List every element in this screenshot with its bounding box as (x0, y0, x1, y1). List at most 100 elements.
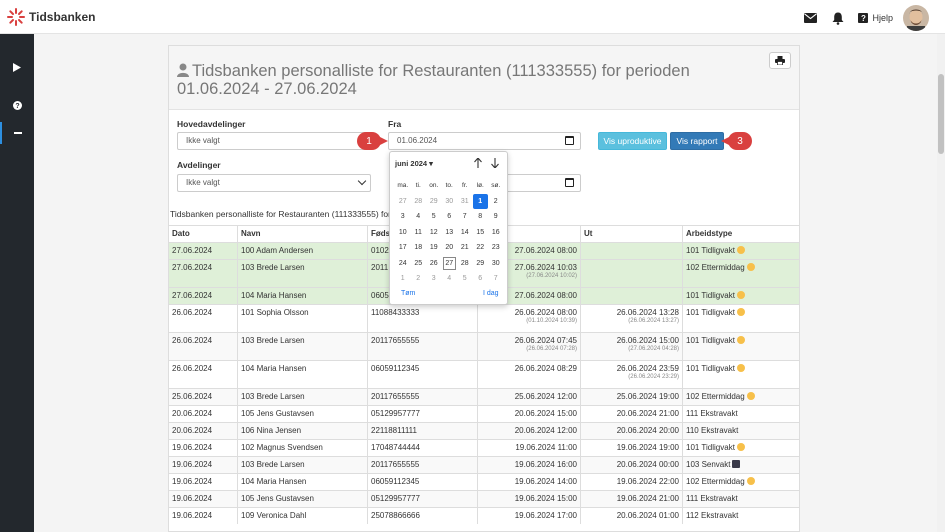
main-dept-select[interactable]: Ikke valgt (177, 132, 371, 150)
datepicker-day[interactable]: 29 (473, 256, 489, 272)
datepicker-day[interactable]: 30 (442, 194, 458, 210)
show-report-button[interactable]: Vis rapport (670, 132, 724, 150)
datepicker-day[interactable]: 17 (395, 240, 411, 256)
table-row[interactable]: 20.06.2024 106 Nina Jensen 22118811111 20.0… (169, 422, 799, 439)
datepicker-day[interactable]: 12 (426, 225, 442, 241)
cell-text: 102 Ettermiddag (686, 477, 745, 486)
datepicker-day[interactable]: 2 (488, 194, 504, 210)
datepicker-day-selected[interactable]: 1 (472, 193, 488, 209)
table-cell-navn: 105 Jens Gustavsen (238, 406, 368, 422)
help-link[interactable]: ? Hjelp (858, 13, 893, 23)
table-row[interactable]: 19.06.2024 109 Veronica Dahl 25078866666 19… (169, 507, 799, 524)
datepicker-day[interactable]: 6 (442, 209, 458, 225)
datepicker-day[interactable]: 3 (395, 209, 411, 225)
datepicker-day[interactable]: 16 (488, 225, 504, 241)
datepicker-day[interactable]: 31 (457, 194, 473, 210)
datepicker-day[interactable]: 8 (473, 209, 489, 225)
datepicker-day[interactable]: 2 (411, 271, 427, 287)
datepicker-day[interactable]: 4 (442, 271, 458, 287)
table-cell-ut (581, 243, 683, 259)
datepicker-day[interactable]: 15 (473, 225, 489, 241)
table-row[interactable]: 19.06.2024 103 Brede Larsen 20117655555 19.… (169, 456, 799, 473)
step-marker-3: 3 (721, 132, 752, 150)
datepicker-day[interactable]: 22 (473, 240, 489, 256)
datepicker-day[interactable]: 26 (426, 256, 442, 272)
calendar-icon[interactable] (565, 178, 574, 187)
datepicker-day[interactable]: 27 (395, 194, 411, 210)
datepicker-day[interactable]: 10 (395, 225, 411, 241)
cell-text: 106 Nina Jensen (241, 426, 302, 435)
weekday-label: ma. (397, 182, 409, 190)
show-unproductive-button[interactable]: Vis uproduktive (598, 132, 667, 150)
cell-text: 26.06.2024 23:59 (616, 364, 679, 373)
column-header[interactable]: Navn (238, 226, 368, 242)
table-row[interactable]: 26.06.2024 101 Sophia Olsson 11088433333 26… (169, 304, 799, 332)
table-row[interactable]: 20.06.2024 105 Jens Gustavsen 05129957777 2… (169, 405, 799, 422)
scrollbar[interactable] (937, 34, 945, 532)
datepicker-month-select[interactable]: juni 2024 ▾ (395, 159, 433, 168)
datepicker-day[interactable]: 5 (426, 209, 442, 225)
arrow-down-icon[interactable] (490, 157, 500, 169)
datepicker-day[interactable]: 19 (426, 240, 442, 256)
datepicker-day[interactable]: 4 (411, 209, 427, 225)
print-button[interactable] (769, 52, 791, 69)
cell-text: 103 Brede Larsen (241, 460, 305, 469)
datepicker-today-button[interactable]: I dag (483, 290, 499, 297)
datepicker-day[interactable]: 28 (457, 256, 473, 272)
scrollbar-thumb[interactable] (938, 74, 944, 154)
datepicker-day[interactable]: 28 (411, 194, 427, 210)
datepicker-day[interactable]: 27 (442, 256, 458, 272)
datepicker-day[interactable]: 5 (457, 271, 473, 287)
table-row[interactable]: 26.06.2024 103 Brede Larsen 20117655555 26.… (169, 332, 799, 360)
datepicker-day[interactable]: 18 (411, 240, 427, 256)
cell-text: 27.06.2024 (172, 291, 213, 300)
calendar-icon[interactable] (565, 136, 574, 145)
cell-text: 25.06.2024 12:00 (514, 392, 577, 401)
table-cell-dato: 27.06.2024 (169, 288, 238, 304)
datepicker-day[interactable]: 29 (426, 194, 442, 210)
column-header[interactable]: Dato (169, 226, 238, 242)
from-date-input[interactable]: 01.06.2024 (388, 132, 581, 150)
table-row[interactable]: 19.06.2024 105 Jens Gustavsen 05129957777 1… (169, 490, 799, 507)
arrow-up-icon[interactable] (473, 157, 483, 169)
datepicker-day[interactable]: 25 (411, 256, 427, 272)
datepicker-day[interactable]: 7 (457, 209, 473, 225)
sidebar-collapse-button[interactable] (0, 122, 34, 144)
datepicker-day[interactable]: 1 (395, 271, 411, 287)
table-row[interactable]: 25.06.2024 103 Brede Larsen 20117655555 25.… (169, 388, 799, 405)
datepicker-day[interactable]: 7 (488, 271, 504, 287)
datepicker-day[interactable]: 24 (395, 256, 411, 272)
table-cell-dato: 26.06.2024 (169, 361, 238, 388)
datepicker-day[interactable]: 13 (442, 225, 458, 241)
datepicker-day[interactable]: 3 (426, 271, 442, 287)
sun-icon (736, 443, 745, 451)
datepicker-day[interactable]: 20 (442, 240, 458, 256)
datepicker-day[interactable]: 21 (457, 240, 473, 256)
sun-icon (736, 308, 745, 316)
datepicker-clear-button[interactable]: Tøm (401, 290, 415, 297)
table-row[interactable]: 26.06.2024 104 Maria Hansen 06059112345 26.… (169, 360, 799, 388)
avatar[interactable] (903, 5, 929, 31)
column-header[interactable]: Arbeidstype (683, 226, 799, 242)
bell-icon[interactable] (830, 10, 846, 26)
sidebar-expand-button[interactable] (0, 56, 34, 78)
column-header[interactable]: Ut (581, 226, 683, 242)
table-row[interactable]: 19.06.2024 102 Magnus Svendsen 17048744444… (169, 439, 799, 456)
dept-select[interactable]: Ikke valgt (177, 174, 371, 192)
sidebar-help-button[interactable]: ? (0, 94, 34, 116)
table-cell-dato: 19.06.2024 (169, 474, 238, 490)
cell-text: 101 Tidligvakt (686, 364, 735, 373)
datepicker-day[interactable]: 23 (488, 240, 504, 256)
datepicker-day[interactable]: 11 (411, 225, 427, 241)
datepicker-day[interactable]: 30 (488, 256, 504, 272)
envelope-icon[interactable] (802, 10, 818, 26)
logo[interactable]: Tidsbanken (7, 8, 95, 26)
datepicker-day[interactable]: 9 (488, 209, 504, 225)
datepicker-day[interactable]: 6 (473, 271, 489, 287)
cell-text: 111 Ekstravakt (686, 494, 738, 503)
datepicker-day[interactable]: 14 (457, 225, 473, 241)
table-cell-ut: 19.06.2024 19:00 (581, 440, 683, 456)
table-row[interactable]: 19.06.2024 104 Maria Hansen 06059112345 19.… (169, 473, 799, 490)
cell-text: 26.06.2024 (172, 364, 213, 373)
to-date-input[interactable] (505, 174, 581, 192)
